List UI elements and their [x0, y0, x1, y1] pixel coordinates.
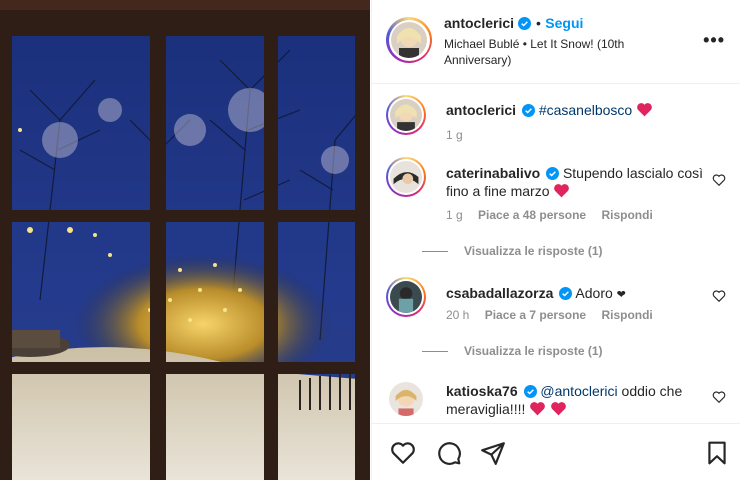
verified-icon: [559, 287, 573, 300]
reply-button[interactable]: Rispondi: [601, 308, 652, 322]
red-heart-emoji-icon: [554, 184, 570, 198]
mention-link[interactable]: @antoclerici: [540, 383, 617, 399]
share-icon[interactable]: [480, 440, 506, 466]
red-heart-emoji-icon: [551, 402, 567, 416]
comment-username[interactable]: antoclerici: [446, 102, 516, 118]
post-side-panel: antoclerici • Segui Michael Bublé • Let …: [371, 0, 740, 480]
comment-time: 1 g: [446, 208, 463, 222]
comment-icon[interactable]: [436, 440, 462, 466]
view-replies-button[interactable]: Visualizza le risposte (1): [422, 244, 603, 258]
post-media[interactable]: [0, 0, 370, 480]
red-heart-emoji-icon: [530, 402, 546, 416]
hashtag-link[interactable]: #casanelbosco: [539, 102, 632, 118]
snowy-window-image: [0, 0, 370, 480]
more-options-icon[interactable]: •••: [703, 30, 725, 51]
caption-comment: antoclerici #casanelbosco 1 g: [386, 95, 726, 155]
verified-icon: [546, 167, 560, 180]
post-action-bar: [372, 423, 740, 480]
verified-icon: [523, 385, 537, 398]
verified-icon: [518, 17, 532, 30]
author-avatar[interactable]: [386, 17, 432, 63]
comment-time: 1 g: [446, 128, 463, 142]
replies-divider: [422, 251, 448, 253]
red-heart-emoji-icon: [637, 103, 652, 117]
commenter-avatar[interactable]: [386, 277, 426, 317]
separator-dot: •: [535, 15, 541, 31]
follow-button[interactable]: Segui: [545, 15, 583, 31]
like-comment-icon[interactable]: [712, 390, 726, 404]
bookmark-icon[interactable]: [704, 440, 730, 466]
view-replies-label: Visualizza le risposte (1): [464, 344, 603, 358]
verified-icon: [521, 104, 535, 117]
commenter-avatar[interactable]: [386, 95, 426, 135]
comment-likes-link[interactable]: Piace a 48 persone: [478, 208, 586, 222]
post-header: antoclerici • Segui Michael Bublé • Let …: [372, 0, 740, 84]
heart-icon[interactable]: [390, 440, 416, 466]
comment-item: katioska76 @antoclerici oddio che meravi…: [386, 377, 726, 423]
comment-username[interactable]: katioska76: [446, 383, 518, 399]
avatar-photo-icon: [389, 382, 423, 416]
comment-text: Adoro: [575, 285, 613, 301]
author-username[interactable]: antoclerici: [444, 15, 514, 31]
commenter-avatar[interactable]: [389, 382, 423, 416]
avatar-photo-icon: [390, 99, 422, 131]
comment-time: 20 h: [446, 308, 470, 322]
view-replies-button[interactable]: Visualizza le risposte (1): [422, 344, 603, 358]
avatar-photo-icon: [391, 22, 427, 58]
replies-divider: [422, 351, 448, 353]
reply-button[interactable]: Rispondi: [601, 208, 652, 222]
avatar-photo-icon: [390, 281, 422, 313]
avatar-photo-icon: [390, 161, 422, 193]
audio-track-label[interactable]: Michael Bublé • Let It Snow! (10th Anniv…: [444, 36, 674, 68]
comment-meta: 1 g Piace a 48 persone Rispondi: [446, 208, 665, 222]
comments-list: antoclerici #casanelbosco 1 g caterinaba…: [372, 85, 740, 423]
comment-username[interactable]: caterinabalivo: [446, 165, 540, 181]
like-comment-icon[interactable]: [712, 173, 726, 187]
comment-meta: 20 h Piace a 7 persone Rispondi: [446, 308, 665, 322]
comment-username[interactable]: csabadallazorza: [446, 285, 553, 301]
black-heart-emoji: ❤: [616, 289, 626, 301]
commenter-avatar[interactable]: [386, 157, 426, 197]
view-replies-label: Visualizza le risposte (1): [464, 244, 603, 258]
comment-meta: 1 g: [446, 128, 475, 142]
like-comment-icon[interactable]: [712, 289, 726, 303]
comment-likes-link[interactable]: Piace a 7 persone: [485, 308, 586, 322]
comment-item: csabadallazorza Adoro ❤ 20 h Piace a 7 p…: [386, 277, 726, 377]
comment-item: caterinabalivo Stupendo lascialo così fi…: [386, 157, 726, 258]
